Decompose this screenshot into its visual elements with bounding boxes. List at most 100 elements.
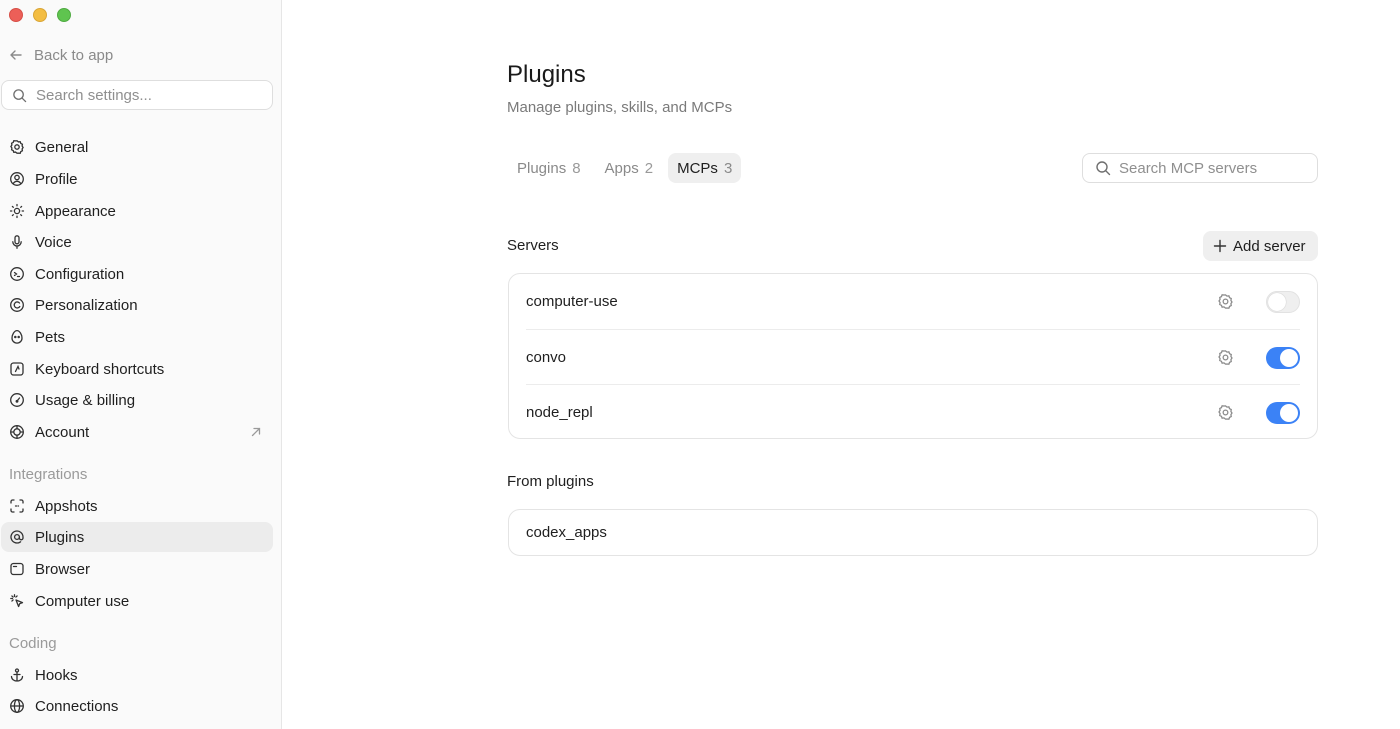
sidebar-item-appearance[interactable]: Appearance (1, 196, 273, 226)
mcp-search-input[interactable] (1119, 159, 1309, 177)
appshots-icon (10, 499, 24, 513)
add-server-label: Add server (1233, 237, 1306, 255)
server-row-node-repl: node_repl (526, 384, 1300, 439)
sidebar-item-label: Configuration (35, 265, 125, 283)
cursor-click-icon (10, 594, 24, 608)
section-label-coding: Coding (9, 635, 57, 652)
arrow-left-icon (10, 50, 22, 60)
sidebar-item-keyboard-shortcuts[interactable]: Keyboard shortcuts (1, 354, 273, 384)
tab-bar: Plugins 8 Apps 2 MCPs 3 (508, 153, 742, 183)
sidebar-item-appshots[interactable]: Appshots (1, 491, 273, 521)
window-controls (9, 8, 71, 22)
keyboard-shortcut-icon (10, 362, 24, 376)
personalization-icon (10, 298, 24, 312)
search-icon (1096, 161, 1111, 176)
sidebar-item-label: Account (35, 423, 90, 441)
gear-icon[interactable] (1217, 404, 1234, 421)
sidebar-item-label: Plugins (35, 528, 85, 546)
servers-heading: Servers (507, 237, 559, 254)
sidebar-item-label: Connections (35, 697, 119, 715)
sidebar-item-account[interactable]: Account (1, 417, 273, 447)
sidebar-item-hooks[interactable]: Hooks (1, 660, 273, 690)
config-icon (10, 267, 24, 281)
sidebar-item-usage-billing[interactable]: Usage & billing (1, 385, 273, 415)
add-server-button[interactable]: Add server (1203, 231, 1318, 261)
sidebar-item-general[interactable]: General (1, 132, 273, 162)
browser-icon (10, 562, 24, 576)
sidebar-item-label: Usage & billing (35, 391, 136, 409)
sidebar-item-label: General (35, 138, 89, 156)
page-title: Plugins (507, 61, 586, 88)
sidebar-item-label: Profile (35, 170, 78, 188)
sidebar: Back to app General Profile Appearance V… (0, 0, 282, 729)
toggle-knob (1280, 349, 1298, 367)
minimize-window-button[interactable] (33, 8, 47, 22)
sidebar-item-computer-use[interactable]: Computer use (1, 586, 273, 616)
sidebar-item-personalization[interactable]: Personalization (1, 290, 273, 320)
tab-count: 2 (644, 159, 654, 177)
server-name: node_repl (526, 403, 593, 421)
tab-apps[interactable]: Apps 2 (596, 153, 663, 183)
sidebar-item-voice[interactable]: Voice (1, 227, 273, 257)
sidebar-item-label: Voice (35, 233, 72, 251)
gauge-icon (10, 393, 24, 407)
server-toggle[interactable] (1266, 291, 1300, 313)
anchor-icon (10, 668, 24, 682)
plugin-servers-list: codex_apps (508, 509, 1318, 556)
server-name: computer-use (526, 293, 618, 310)
sidebar-item-browser[interactable]: Browser (1, 554, 273, 584)
sidebar-item-connections[interactable]: Connections (1, 691, 273, 721)
globe-icon (10, 699, 24, 713)
settings-search[interactable] (1, 80, 273, 110)
mcp-search[interactable] (1082, 153, 1318, 183)
at-icon (10, 530, 24, 544)
servers-list: computer-use convo node_repl (508, 273, 1318, 439)
from-plugins-heading: From plugins (507, 473, 594, 490)
sidebar-item-label: Hooks (35, 666, 78, 684)
server-name: codex_apps (526, 524, 607, 541)
close-window-button[interactable] (9, 8, 23, 22)
maximize-window-button[interactable] (57, 8, 71, 22)
toggle-knob (1280, 404, 1298, 422)
search-icon (13, 88, 27, 102)
tab-plugins[interactable]: Plugins 8 (508, 153, 590, 183)
external-link-icon (251, 427, 261, 437)
server-row-convo: convo (526, 329, 1300, 384)
sidebar-item-configuration[interactable]: Configuration (1, 259, 273, 289)
microphone-icon (12, 235, 22, 249)
tab-label: Plugins (517, 159, 567, 177)
page-subtitle: Manage plugins, skills, and MCPs (507, 99, 733, 116)
tab-mcps[interactable]: MCPs 3 (668, 153, 742, 183)
account-icon (10, 425, 24, 439)
tab-count: 8 (572, 159, 581, 177)
sidebar-item-profile[interactable]: Profile (1, 164, 273, 194)
plus-icon (1213, 239, 1227, 253)
gear-icon[interactable] (1217, 349, 1234, 366)
sidebar-item-label: Personalization (35, 296, 138, 314)
egg-icon (11, 329, 23, 344)
back-to-app-link[interactable]: Back to app (8, 44, 113, 66)
plugin-server-row[interactable]: codex_apps (526, 510, 1300, 555)
sidebar-item-pets[interactable]: Pets (1, 322, 273, 352)
sidebar-item-label: Appearance (35, 202, 116, 220)
gear-icon (10, 139, 24, 155)
server-name: convo (526, 348, 567, 366)
server-toggle[interactable] (1266, 402, 1300, 424)
tab-label: Apps (604, 159, 639, 177)
sidebar-item-plugins[interactable]: Plugins (1, 522, 273, 552)
back-to-app-label: Back to app (34, 46, 114, 64)
gear-icon[interactable] (1217, 293, 1234, 310)
sidebar-item-label: Computer use (35, 592, 130, 610)
settings-search-input[interactable] (36, 86, 256, 104)
toggle-knob (1268, 293, 1286, 311)
user-circle-icon (10, 172, 24, 186)
sidebar-item-label: Appshots (35, 497, 98, 515)
tab-label: MCPs (677, 159, 718, 177)
tab-count: 3 (723, 159, 733, 177)
sidebar-item-label: Browser (35, 560, 91, 578)
sidebar-item-label: Keyboard shortcuts (35, 360, 165, 378)
server-row-computer-use: computer-use (526, 274, 1300, 329)
section-label-integrations: Integrations (9, 466, 88, 483)
sidebar-item-label: Pets (35, 328, 66, 346)
server-toggle[interactable] (1266, 347, 1300, 369)
